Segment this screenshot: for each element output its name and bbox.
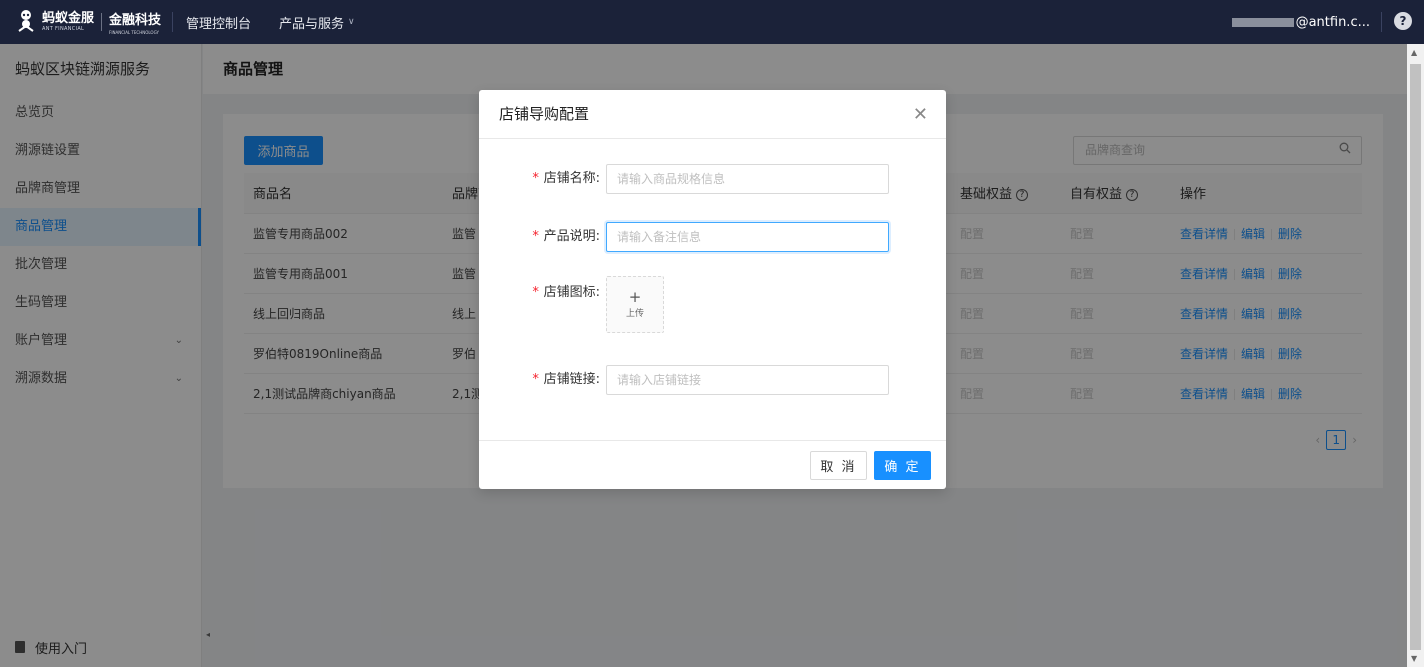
redacted-username: [1231, 17, 1294, 27]
user-account[interactable]: @antfin.c...: [1231, 0, 1370, 44]
close-icon[interactable]: ✕: [913, 90, 928, 139]
brand-main-text: 蚂蚁金服: [42, 11, 95, 26]
required-mark: *: [531, 171, 540, 186]
form-row-shop-name: * 店铺名称: 请输入商品规格信息: [479, 164, 946, 194]
product-desc-input[interactable]: 请输入备注信息: [606, 222, 889, 252]
required-mark: *: [531, 229, 540, 244]
scrollbar-thumb[interactable]: [1410, 64, 1421, 650]
brand-sub-text: ANT FINANCIAL: [42, 26, 85, 32]
brand2-sub-text: FINANCIAL TECHNOLOGY: [109, 30, 159, 35]
shop-icon-label: * 店铺图标:: [531, 285, 600, 300]
cancel-button[interactable]: 取 消: [810, 451, 867, 480]
shop-name-label: * 店铺名称:: [531, 171, 600, 186]
shop-link-input[interactable]: 请输入店铺链接: [606, 365, 889, 395]
nav-products-label: 产品与服务: [279, 16, 345, 32]
dialog-footer: 取 消 确 定: [479, 440, 946, 489]
brand2-main-text: 金融科技: [109, 13, 162, 28]
brand-divider: [101, 13, 103, 31]
help-icon[interactable]: ?: [1394, 12, 1412, 30]
required-mark: *: [531, 285, 540, 300]
dialog-title: 店铺导购配置: [499, 105, 590, 123]
chevron-down-icon: ∨: [348, 17, 355, 27]
form-row-shop-link: * 店铺链接: 请输入店铺链接: [479, 365, 946, 395]
nav-divider: [172, 12, 173, 32]
top-navbar: 蚂蚁金服 ANT FINANCIAL 金融科技 FINANCIAL TECHNO…: [0, 0, 1424, 44]
shop-icon-upload[interactable]: + 上传: [606, 276, 664, 333]
brand-logo[interactable]: 蚂蚁金服 ANT FINANCIAL 金融科技 FINANCIAL TECHNO…: [0, 0, 172, 44]
form-row-shop-icon: * 店铺图标:: [479, 278, 946, 308]
scroll-up-icon[interactable]: ▲: [1411, 48, 1417, 57]
user-divider: [1381, 12, 1382, 32]
form-row-product-desc: * 产品说明: 请输入备注信息: [479, 222, 946, 252]
product-desc-label: * 产品说明:: [531, 229, 600, 244]
nav-console-link[interactable]: 管理控制台: [186, 13, 251, 32]
user-email: @antfin.c...: [1295, 14, 1370, 30]
shop-name-input[interactable]: 请输入商品规格信息: [606, 164, 889, 194]
scroll-down-icon[interactable]: ▼: [1411, 654, 1417, 663]
shop-guide-config-dialog: 店铺导购配置 ✕ * 店铺名称: 请输入商品规格信息 * 产品说明: 请输入备注信息…: [479, 90, 946, 489]
ant-logo-icon: [14, 8, 38, 36]
confirm-button[interactable]: 确 定: [874, 451, 931, 480]
upload-label: 上传: [625, 309, 644, 319]
page-scrollbar[interactable]: ▲ ▼: [1407, 44, 1424, 667]
required-mark: *: [531, 372, 540, 387]
plus-icon: +: [628, 288, 642, 306]
nav-products-menu[interactable]: 产品与服务 ∨: [279, 13, 355, 32]
shop-link-label: * 店铺链接:: [531, 372, 600, 387]
